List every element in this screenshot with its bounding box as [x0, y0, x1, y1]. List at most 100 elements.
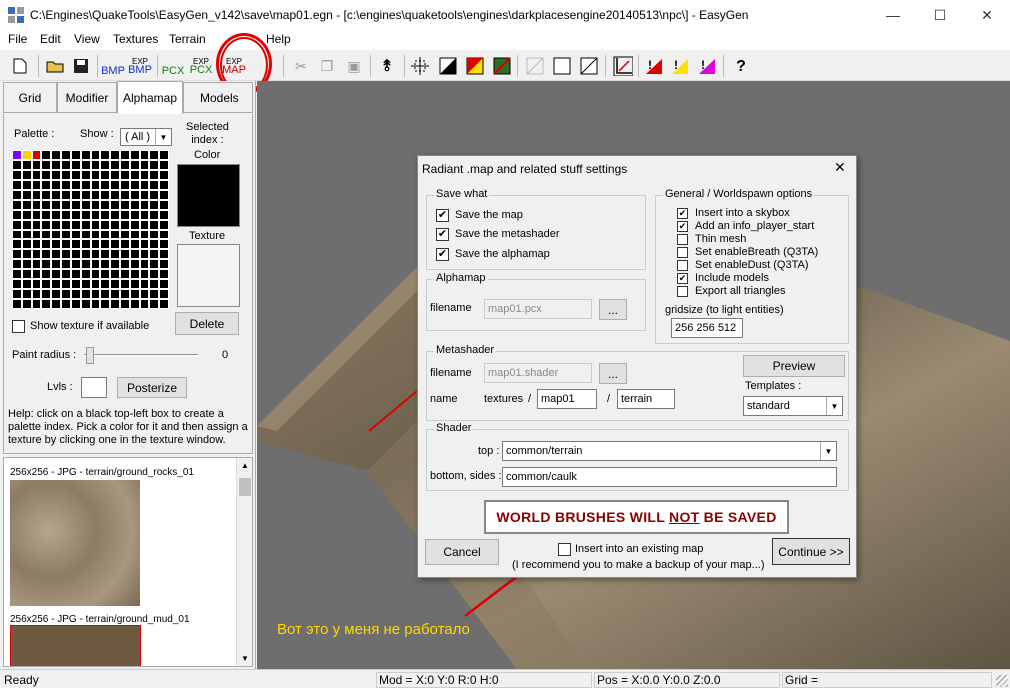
bottom-shader-input[interactable]: common/caulk — [502, 467, 837, 487]
palette-cell[interactable] — [120, 210, 129, 219]
palette-cell[interactable] — [62, 230, 70, 239]
gridsize-input[interactable]: 256 256 512 — [671, 318, 743, 338]
metashader-filename-input[interactable]: map01.shader — [484, 363, 592, 383]
menu-edit[interactable]: Edit — [40, 32, 61, 46]
palette-cell[interactable] — [150, 170, 159, 179]
palette-cell[interactable] — [42, 240, 51, 249]
palette-cell[interactable] — [101, 230, 110, 239]
show-select[interactable]: ( All ) ▼ — [120, 128, 172, 146]
yellow-warning-icon[interactable]: ! — [668, 54, 692, 78]
palette-cell[interactable] — [81, 220, 90, 229]
palette-cell[interactable] — [32, 200, 41, 209]
palette-cell[interactable] — [91, 270, 100, 279]
palette-cell[interactable] — [42, 210, 51, 219]
palette-cell[interactable] — [101, 200, 110, 209]
copy-icon[interactable]: ❐ — [315, 54, 339, 78]
palette-cell[interactable] — [140, 300, 149, 308]
palette-cell[interactable] — [81, 230, 90, 239]
palette-cell[interactable] — [150, 250, 159, 259]
palette-cell[interactable] — [130, 190, 139, 199]
general-option-checkbox[interactable] — [677, 260, 688, 271]
minimize-button[interactable]: — — [870, 0, 916, 30]
palette-cell[interactable] — [130, 200, 139, 209]
save-icon[interactable] — [69, 54, 93, 78]
palette-cell[interactable] — [101, 270, 110, 279]
palette-cell[interactable] — [91, 170, 100, 179]
palette-cell[interactable] — [13, 210, 21, 219]
palette-cell[interactable] — [130, 180, 139, 189]
palette-cell[interactable] — [140, 151, 149, 159]
palette-cell[interactable] — [32, 250, 41, 259]
scroll-down-icon[interactable]: ▼ — [241, 654, 249, 663]
palette-cell[interactable] — [32, 170, 41, 179]
palette-cell[interactable] — [42, 230, 51, 239]
palette-cell[interactable] — [22, 200, 31, 209]
palette-grid[interactable] — [12, 150, 169, 309]
texture-thumb-mud[interactable] — [10, 625, 141, 666]
palette-cell[interactable] — [32, 290, 41, 299]
insert-existing-checkbox[interactable] — [558, 543, 571, 556]
palette-cell[interactable] — [52, 210, 61, 219]
palette-cell[interactable] — [111, 240, 119, 249]
palette-cell[interactable] — [13, 300, 21, 308]
palette-cell[interactable] — [13, 151, 21, 159]
palette-cell[interactable] — [32, 230, 41, 239]
palette-cell[interactable] — [42, 200, 51, 209]
palette-cell[interactable] — [130, 290, 139, 299]
palette-cell[interactable] — [42, 170, 51, 179]
palette-cell[interactable] — [150, 280, 159, 289]
slider-thumb[interactable] — [86, 347, 94, 364]
palette-cell[interactable] — [52, 220, 61, 229]
palette-cell[interactable] — [13, 220, 21, 229]
palette-cell[interactable] — [150, 210, 159, 219]
palette-cell[interactable] — [120, 250, 129, 259]
palette-cell[interactable] — [13, 180, 21, 189]
menu-terrain[interactable]: Terrain — [169, 32, 206, 46]
palette-cell[interactable] — [101, 240, 110, 249]
palette-cell[interactable] — [62, 180, 70, 189]
palette-cell[interactable] — [71, 200, 80, 209]
palette-cell[interactable] — [13, 280, 21, 289]
palette-cell[interactable] — [42, 290, 51, 299]
palette-cell[interactable] — [160, 190, 168, 199]
palette-cell[interactable] — [42, 160, 51, 169]
palette-cell[interactable] — [150, 190, 159, 199]
palette-cell[interactable] — [111, 210, 119, 219]
name-input-1[interactable]: map01 — [537, 389, 597, 409]
palette-cell[interactable] — [71, 270, 80, 279]
general-option-checkbox[interactable]: ✔ — [677, 221, 688, 232]
save-map-checkbox[interactable]: ✔ — [436, 209, 449, 222]
tab-models[interactable]: Models — [183, 82, 253, 113]
palette-cell[interactable] — [101, 280, 110, 289]
palette-cell[interactable] — [160, 250, 168, 259]
palette-cell[interactable] — [81, 250, 90, 259]
delete-button[interactable]: Delete — [175, 312, 239, 335]
palette-cell[interactable] — [150, 200, 159, 209]
palette-cell[interactable] — [32, 270, 41, 279]
palette-cell[interactable] — [62, 300, 70, 308]
palette-cell[interactable] — [120, 180, 129, 189]
alphamap-filename-input[interactable]: map01.pcx — [484, 299, 592, 319]
palette-cell[interactable] — [22, 240, 31, 249]
palette-cell[interactable] — [42, 300, 51, 308]
cut-icon[interactable]: ✂ — [289, 54, 313, 78]
palette-cell[interactable] — [32, 180, 41, 189]
palette-cell[interactable] — [52, 300, 61, 308]
palette-cell[interactable] — [160, 230, 168, 239]
palette-cell[interactable] — [111, 170, 119, 179]
palette-cell[interactable] — [130, 151, 139, 159]
palette-cell[interactable] — [101, 170, 110, 179]
palette-cell[interactable] — [91, 200, 100, 209]
palette-cell[interactable] — [150, 230, 159, 239]
tab-alphamap[interactable]: Alphamap — [117, 81, 183, 114]
palette-cell[interactable] — [13, 290, 21, 299]
palette-cell[interactable] — [32, 160, 41, 169]
palette-cell[interactable] — [91, 240, 100, 249]
new-file-icon[interactable] — [8, 54, 32, 78]
axes-icon[interactable] — [611, 54, 635, 78]
palette-cell[interactable] — [81, 151, 90, 159]
palette-cell[interactable] — [91, 230, 100, 239]
palette-cell[interactable] — [42, 270, 51, 279]
palette-cell[interactable] — [81, 180, 90, 189]
palette-cell[interactable] — [22, 151, 31, 159]
